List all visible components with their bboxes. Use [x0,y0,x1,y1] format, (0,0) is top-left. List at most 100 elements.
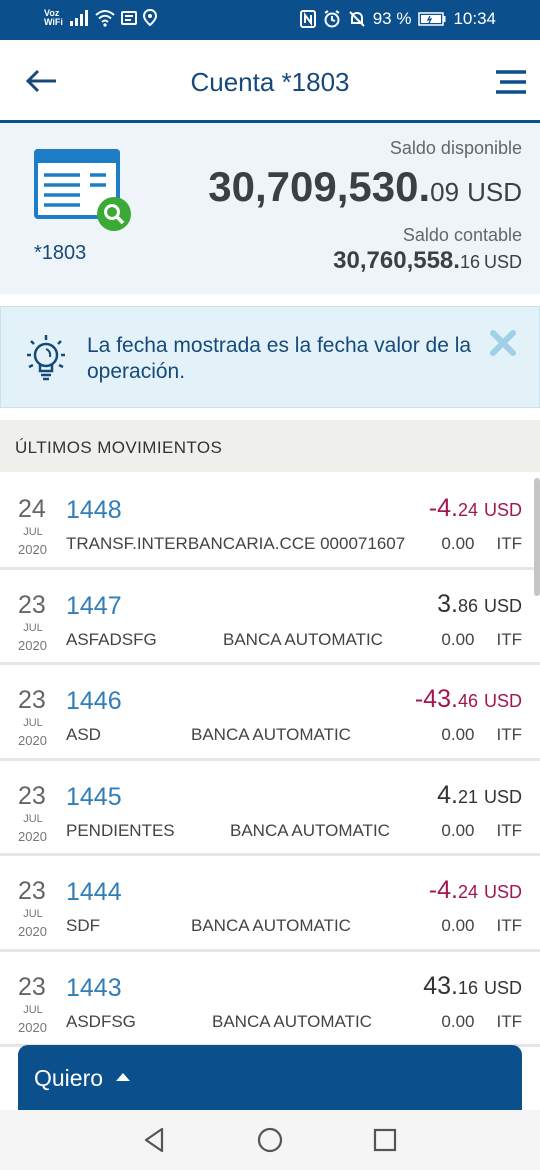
book-balance-int: 30,760,558. [333,247,460,274]
movement-currency: USD [483,786,522,807]
mute-bell-icon [348,11,365,27]
movements-list: 24 JUL 2020 1448 TRANSF.INTERBANCARIA.CC… [0,474,540,1047]
movement-year: 2020 [18,637,47,653]
movement-description: ASFADSFG [66,629,157,649]
movement-number: 1448 [66,496,122,524]
movement-day: 23 [18,781,46,810]
movement-amount: 43.16 USD [423,972,522,1001]
movement-number: 1443 [66,973,122,1002]
movement-currency: USD [483,977,522,998]
tax-label: ITF [496,534,523,553]
section-header: ÚLTIMOS MOVIMIENTOS [0,420,540,472]
available-balance: 30,709,530.09 USD [208,163,522,211]
app-header: Cuenta *1803 [0,40,540,123]
movement-description: ASD [66,725,101,744]
status-bar: Voz WiFi 93 % 10:34 [0,0,540,40]
wifi-icon [95,10,115,27]
available-balance-currency: USD [467,177,522,207]
movement-amount: -4.24 USD [429,494,522,523]
movement-amount-int: 4. [437,780,458,809]
status-left: Voz WiFi [44,9,157,27]
quiero-label: Quiero [34,1065,104,1091]
account-statement-icon[interactable] [34,149,132,253]
tax-amount: 0.00 [441,725,475,744]
battery-percent: 93 % [372,9,412,28]
movement-tax: 0.00 ITF [441,534,522,554]
nav-back-icon[interactable] [141,1126,169,1154]
tax-amount: 0.00 [441,629,475,649]
movement-amount-dec: 24 [457,882,478,902]
movement-amount-int: -43. [414,685,458,713]
movement-currency: USD [483,882,522,902]
available-balance-dec: 09 [430,177,460,207]
movement-tax: 0.00 ITF [441,1012,522,1032]
close-icon[interactable] [489,329,517,357]
wifi-label: WiFi [44,17,63,27]
book-balance-currency: USD [483,252,522,272]
message-icon [120,11,137,25]
tax-label: ITF [496,820,523,840]
movement-row[interactable]: 24 JUL 2020 1448 TRANSF.INTERBANCARIA.CC… [0,474,540,570]
voz-wifi-label: Voz WiFi [44,9,63,27]
movement-tax: 0.00 ITF [441,821,522,841]
tax-amount: 0.00 [441,820,475,840]
movement-amount: 3.86 USD [437,590,522,619]
movement-channel: BANCA AUTOMATIC [191,725,351,744]
movement-row[interactable]: 23 JUL 2020 1445 PENDIENTES BANCA AUTOMA… [0,760,540,856]
movement-currency: USD [483,500,522,520]
movement-month: JUL [23,812,43,825]
movement-month: JUL [23,908,43,920]
movement-month: JUL [23,621,43,634]
book-balance: 30,760,558.16 USD [333,247,522,275]
movement-amount-dec: 21 [457,786,478,807]
movement-amount-int: -4. [428,876,458,904]
movement-year: 2020 [18,1019,47,1035]
movement-amount: 4.21 USD [437,781,522,810]
tax-label: ITF [496,629,523,649]
movement-year: 2020 [18,828,47,844]
page-title: Cuenta *1803 [190,67,350,97]
movement-description: TRANSF.INTERBANCARIA.CCE 000071607 [66,534,406,553]
account-summary: *1803 Saldo disponible 30,709,530.09 USD … [0,123,540,294]
scrollbar[interactable] [534,478,540,596]
movement-amount-int: 43. [423,971,458,1000]
section-title: ÚLTIMOS MOVIMIENTOS [15,438,223,457]
movement-description: PENDIENTES [66,820,175,840]
battery-icon [418,12,446,26]
movement-channel: BANCA AUTOMATIC [212,1011,372,1031]
movement-day: 23 [18,972,46,1001]
nav-home-icon[interactable] [256,1126,284,1154]
movement-currency: USD [483,595,522,616]
tax-label: ITF [496,1011,523,1031]
movement-tax: 0.00 ITF [441,916,522,936]
nav-recents-icon[interactable] [371,1126,399,1154]
nfc-icon [299,10,316,28]
tax-label: ITF [496,725,523,744]
movement-amount: -4.24 USD [429,876,522,905]
movement-row[interactable]: 23 JUL 2020 1444 SDF BANCA AUTOMATIC -4.… [0,856,540,952]
movement-month: JUL [23,717,43,729]
tax-amount: 0.00 [441,916,475,935]
movement-amount-dec: 46 [457,691,478,711]
book-balance-dec: 16 [459,252,480,272]
book-balance-label: Saldo contable [402,225,522,245]
location-icon [142,9,157,27]
lightbulb-icon [27,335,65,381]
movement-amount-int: -4. [428,494,458,522]
movement-row[interactable]: 23 JUL 2020 1447 ASFADSFG BANCA AUTOMATI… [0,569,540,665]
movement-amount-dec: 86 [457,595,478,616]
movement-description: SDF [66,916,100,935]
movement-number: 1447 [66,591,122,620]
quiero-button[interactable]: Quiero [18,1045,522,1111]
movement-number: 1446 [66,687,122,715]
movement-row[interactable]: 23 JUL 2020 1443 ASDFSG BANCA AUTOMATIC … [0,951,540,1047]
movement-amount: -43.46 USD [415,685,522,714]
tax-amount: 0.00 [441,1011,475,1031]
hamburger-menu-icon[interactable] [494,68,528,98]
movement-day: 23 [18,877,46,905]
info-message: La fecha mostrada es la fecha valor de l… [87,334,472,383]
system-nav-bar [0,1110,540,1170]
status-right: 93 % 10:34 [299,9,496,29]
movement-day: 24 [18,495,46,523]
movement-row[interactable]: 23 JUL 2020 1446 ASD BANCA AUTOMATIC -43… [0,665,540,761]
